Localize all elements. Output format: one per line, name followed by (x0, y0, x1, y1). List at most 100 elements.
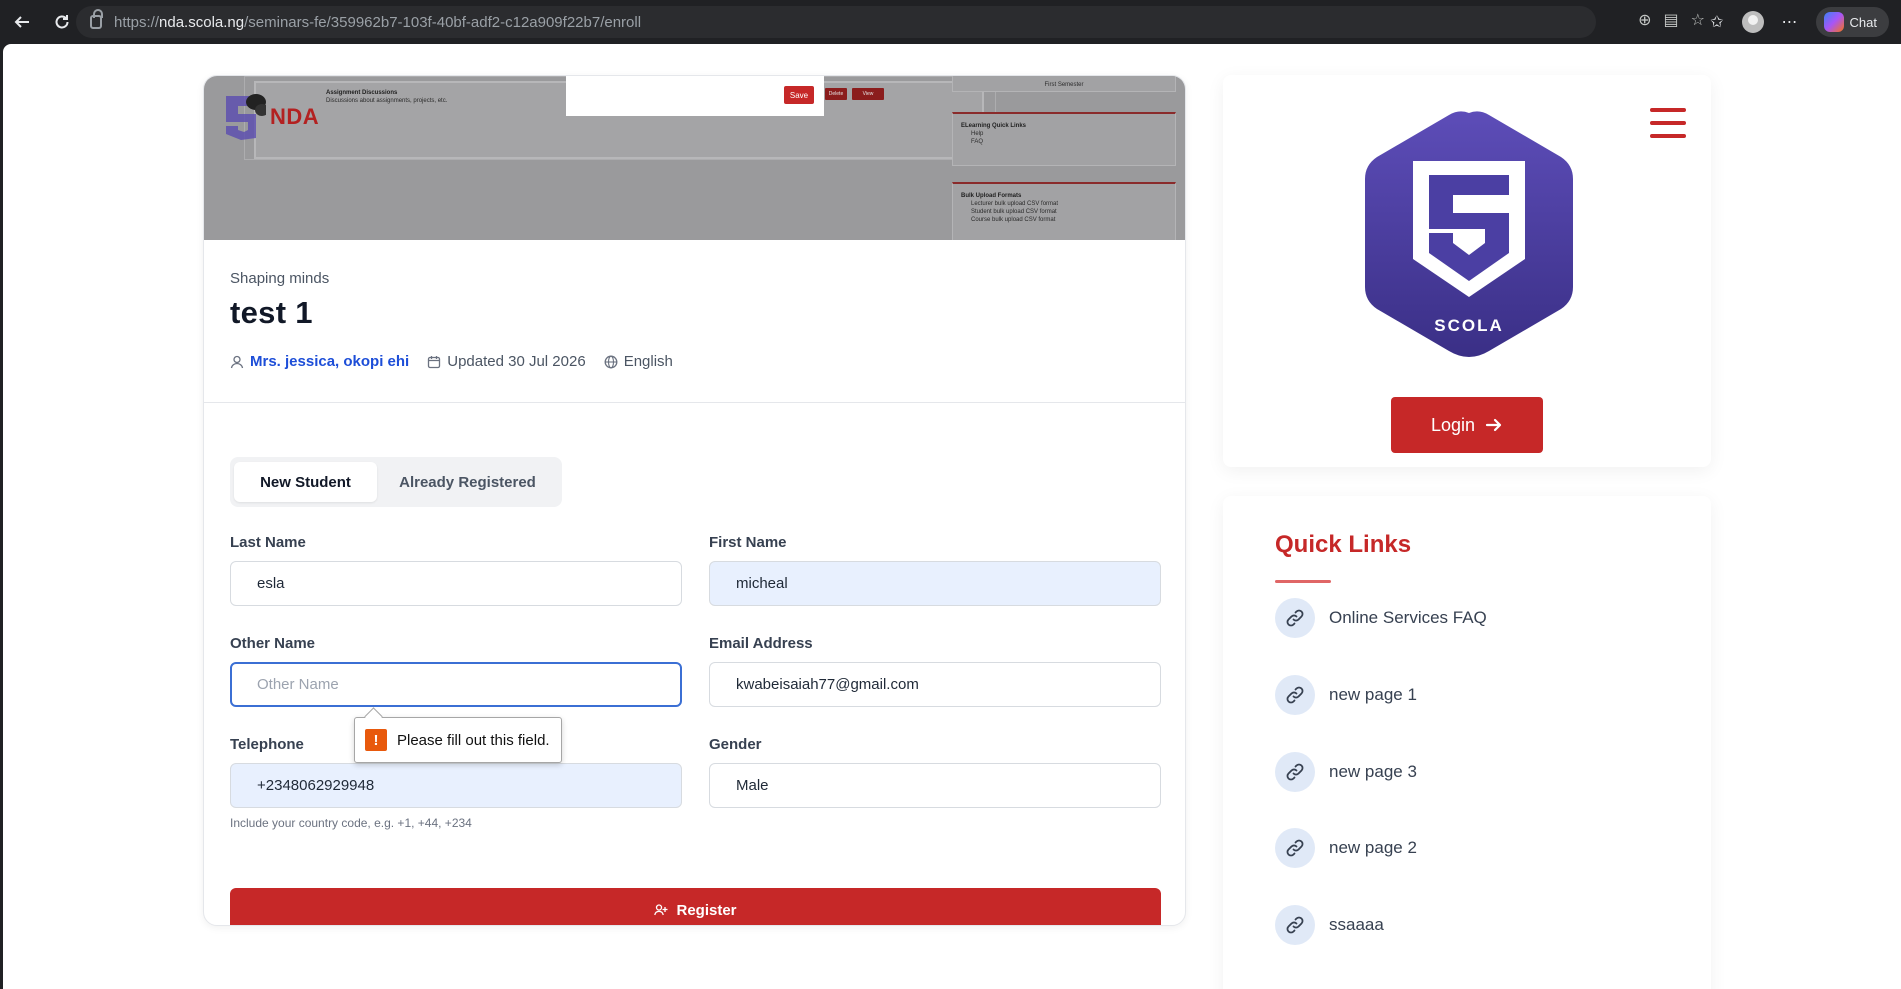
banner-bulk-block: Bulk Upload Formats Lecturer bulk upload… (952, 182, 1176, 240)
nda-logo-text: NDA (270, 104, 320, 129)
first-name-input[interactable]: micheal (709, 561, 1161, 606)
banner-delete-button: Delete (825, 88, 847, 100)
other-name-label: Other Name (230, 635, 316, 652)
course-banner-image: Assignment Discussions Discussions about… (204, 76, 1185, 240)
other-name-input[interactable]: Other Name (230, 662, 682, 707)
quick-links-card: Quick Links Online Services FAQ new page… (1223, 496, 1711, 989)
banner-bulk-item-3: Course bulk upload CSV format (971, 217, 1056, 223)
favorite-star-icon[interactable]: ☆ (1691, 10, 1705, 30)
section-divider (204, 402, 1185, 403)
course-updated: Updated 30 Jul 2026 (427, 353, 586, 370)
enroll-card: Assignment Discussions Discussions about… (203, 75, 1186, 926)
last-name-label: Last Name (230, 534, 306, 551)
banner-side-column: First Semester ELearning Quick Links Hel… (952, 76, 1176, 240)
course-language: English (604, 353, 673, 370)
copilot-icon (1823, 12, 1844, 32)
quick-link-item[interactable]: new page 1 (1275, 675, 1417, 715)
login-button[interactable]: Login (1391, 397, 1543, 453)
gender-select[interactable]: Male (709, 763, 1161, 808)
chat-button[interactable]: Chat (1815, 7, 1889, 37)
banner-bulk-title: Bulk Upload Formats (961, 193, 1022, 199)
banner-quicklinks-block: ELearning Quick Links Help FAQ (952, 112, 1176, 166)
banner-modal: Save (566, 76, 824, 116)
browser-actions: ✩ ⋯ Chat (1710, 6, 1901, 38)
browser-toolbar: https://nda.scola.ng/seminars-fe/359962b… (0, 0, 1901, 44)
reader-icon[interactable]: ▤ (1664, 10, 1679, 30)
quick-link-label: ssaaaa (1329, 915, 1384, 934)
page-viewport: Assignment Discussions Discussions about… (3, 44, 1901, 989)
banner-save-button: Save (784, 86, 814, 104)
quick-link-item[interactable]: new page 3 (1275, 752, 1417, 792)
link-icon (1275, 598, 1315, 638)
quick-link-item[interactable]: new page 2 (1275, 828, 1417, 868)
chat-label: Chat (1849, 14, 1877, 30)
address-bar-icons: ⊕ ▤ ☆ (1638, 10, 1705, 30)
tab-already-registered[interactable]: Already Registered (377, 462, 558, 502)
author-link[interactable]: Mrs. jessica, okopi ehi (250, 353, 409, 370)
link-icon (1275, 752, 1315, 792)
user-icon (230, 355, 244, 368)
tab-new-student[interactable]: New Student (234, 462, 377, 502)
course-title: test 1 (230, 295, 313, 330)
banner-semester-label: First Semester (1044, 82, 1084, 88)
lock-icon (90, 9, 103, 29)
nda-shield-icon (226, 94, 266, 140)
add-user-icon (654, 904, 668, 916)
updated-date: Updated 30 Jul 2026 (447, 353, 586, 370)
banner-quicklink-1: Help (971, 131, 984, 137)
other-name-field: Other Name Other Name (230, 635, 682, 707)
scola-logo-text: SCOLA (1434, 316, 1504, 335)
language-label: English (623, 353, 673, 370)
validation-tooltip: ! Please fill out this field. (354, 717, 562, 763)
globe-icon (604, 355, 618, 368)
registration-tabs: New Student Already Registered (230, 457, 562, 507)
link-icon (1275, 828, 1315, 868)
more-menu-icon[interactable]: ⋯ (1782, 12, 1798, 32)
banner-view-button: View (852, 88, 884, 100)
arrow-right-icon (1485, 418, 1502, 432)
zoom-icon[interactable]: ⊕ (1638, 10, 1651, 30)
hamburger-menu-icon[interactable] (1650, 108, 1686, 138)
banner-bulk-item-1: Lecturer bulk upload CSV format (971, 201, 1059, 207)
login-card: SCOLA Login (1223, 75, 1711, 467)
reload-icon[interactable] (44, 4, 80, 40)
email-input[interactable]: kwabeisaiah77@gmail.com (709, 662, 1161, 707)
profile-avatar[interactable] (1741, 11, 1764, 33)
gender-label: Gender (709, 736, 762, 753)
link-icon (1275, 905, 1315, 945)
first-name-field: First Name micheal (709, 534, 1161, 606)
banner-panel-title: Assignment Discussions (326, 90, 398, 96)
last-name-input[interactable]: esla (230, 561, 682, 606)
quick-link-item[interactable]: Online Services FAQ (1275, 598, 1487, 638)
banner-bulk-item-2: Student bulk upload CSV format (971, 209, 1057, 215)
nda-logo: NDA (222, 92, 319, 142)
quick-links-underline (1275, 580, 1331, 583)
quick-link-item[interactable]: ssaaaa (1275, 905, 1384, 945)
gender-field: Gender Male (709, 736, 1161, 808)
validation-message: Please fill out this field. (397, 731, 550, 749)
warning-icon: ! (365, 729, 387, 751)
register-button[interactable]: Register (230, 888, 1161, 925)
back-arrow-icon[interactable] (4, 4, 40, 40)
address-bar[interactable]: https://nda.scola.ng/seminars-fe/359962b… (76, 6, 1596, 38)
url-path: /seminars-fe/359962b7-103f-40bf-adf2-c12… (244, 13, 642, 31)
telephone-input[interactable]: +2348062929948 (230, 763, 682, 808)
first-name-label: First Name (709, 534, 787, 551)
quick-links-title: Quick Links (1275, 531, 1412, 558)
url-host: nda.scola.ng (159, 13, 245, 31)
banner-panel-desc: Discussions about assignments, projects,… (326, 98, 448, 104)
quick-link-label: Online Services FAQ (1329, 608, 1487, 627)
banner-quicklinks-title: ELearning Quick Links (961, 123, 1027, 129)
quick-link-label: new page 2 (1329, 838, 1417, 857)
login-label: Login (1430, 414, 1476, 435)
course-meta: Mrs. jessica, okopi ehi Updated 30 Jul 2… (230, 353, 673, 370)
calendar-icon (428, 355, 441, 368)
url-prefix: https:// (114, 13, 160, 31)
course-info: Shaping minds test 1 Mrs. jessica, okopi… (230, 270, 673, 370)
favorites-icon[interactable]: ✩ (1710, 12, 1723, 32)
course-eyebrow: Shaping minds (230, 270, 330, 287)
register-label: Register (676, 901, 737, 919)
last-name-field: Last Name esla (230, 534, 682, 606)
banner-semester-block: First Semester (952, 76, 1176, 92)
course-author: Mrs. jessica, okopi ehi (230, 353, 409, 370)
